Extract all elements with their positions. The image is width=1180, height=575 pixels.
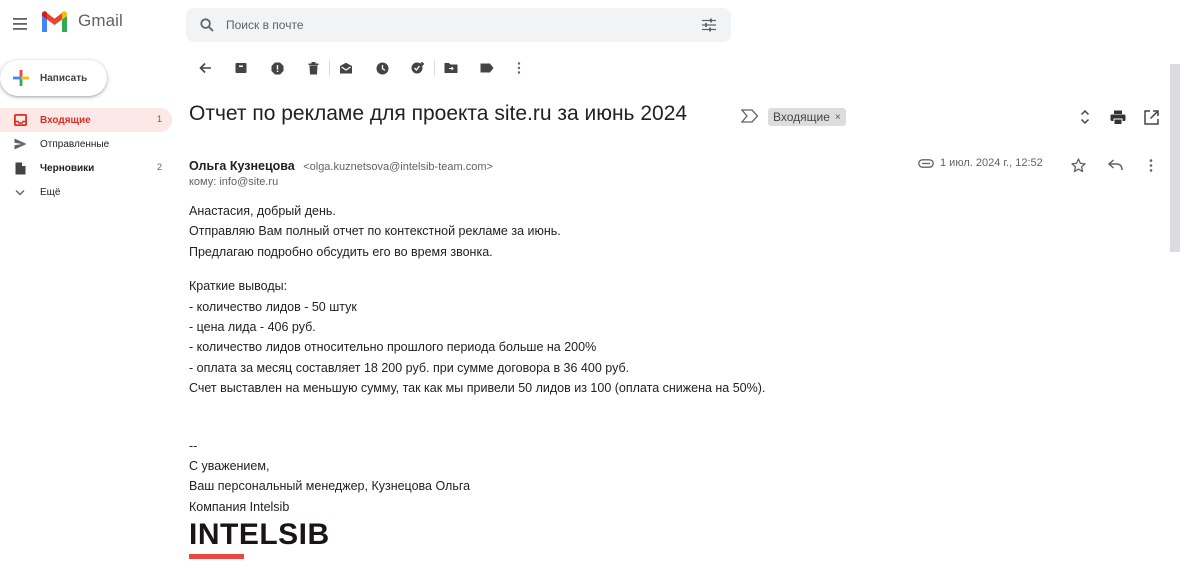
message-date: 1 июл. 2024 г., 12:52 bbox=[940, 157, 1043, 169]
recipient-line[interactable]: кому: info@site.ru bbox=[189, 176, 278, 188]
label-chip-text: Входящие bbox=[773, 110, 830, 124]
signature-manager: Ваш персональный менеджер, Кузнецова Оль… bbox=[189, 479, 471, 494]
mark-unread-icon[interactable] bbox=[338, 60, 354, 76]
open-new-window-icon[interactable] bbox=[1140, 106, 1162, 128]
add-task-icon[interactable] bbox=[410, 60, 426, 76]
summary-item: - цена лида - 406 руб. bbox=[189, 319, 316, 334]
sender-name[interactable]: Ольга Кузнецова bbox=[189, 159, 295, 173]
reply-icon[interactable] bbox=[1105, 155, 1125, 175]
gmail-m-icon bbox=[40, 10, 69, 32]
sidebar-item-label: Отправленные bbox=[40, 138, 110, 150]
archive-icon[interactable] bbox=[233, 60, 249, 76]
company-logo-text: INTELSIB bbox=[189, 518, 330, 552]
expand-collapse-icon[interactable] bbox=[1074, 106, 1096, 128]
back-arrow-icon[interactable] bbox=[197, 60, 213, 76]
signature-dash: -- bbox=[189, 438, 198, 453]
message-subject: Отчет по рекламе для проекта site.ru за … bbox=[189, 102, 688, 125]
more-vert-icon[interactable] bbox=[511, 60, 527, 76]
summary-item: - оплата за месяц составляет 18 200 руб.… bbox=[189, 360, 630, 375]
greeting: Анастасия, добрый день. bbox=[189, 204, 336, 218]
main-menu-icon[interactable] bbox=[12, 17, 28, 31]
body-paragraph: Предлагаю подробно обсудить его во время… bbox=[189, 244, 493, 259]
logo-underline bbox=[189, 554, 244, 560]
message-toolbar bbox=[197, 58, 527, 78]
snooze-icon[interactable] bbox=[374, 60, 390, 76]
send-icon bbox=[12, 138, 28, 150]
important-marker-icon[interactable] bbox=[741, 109, 759, 123]
inbox-icon bbox=[12, 114, 28, 126]
sidebar-item-inbox[interactable]: Входящие 1 bbox=[0, 108, 172, 132]
more-vert-icon[interactable] bbox=[1141, 155, 1161, 175]
toolbar-divider bbox=[329, 60, 330, 76]
sender-line: Ольга Кузнецова <olga.kuznetsova@intelsi… bbox=[189, 157, 493, 175]
sidebar-item-label: Ещё bbox=[40, 186, 61, 198]
message-body: Анастасия, добрый день. Отправляю Вам по… bbox=[189, 201, 1089, 560]
message-meta: 1 июл. 2024 г., 12:52 bbox=[918, 157, 1043, 169]
sidebar-item-drafts[interactable]: Черновики 2 bbox=[0, 156, 172, 180]
signature-regards: С уважением, bbox=[189, 458, 270, 473]
label-icon[interactable] bbox=[479, 60, 495, 76]
draft-count: 2 bbox=[156, 162, 162, 172]
move-to-icon[interactable] bbox=[443, 60, 459, 76]
gmail-logo[interactable]: Gmail bbox=[40, 10, 123, 32]
sidebar-item-more[interactable]: Ещё bbox=[0, 180, 172, 204]
invoice-note: Счет выставлен на меньшую сумму, так как… bbox=[189, 381, 766, 396]
sidebar-item-sent[interactable]: Отправленные bbox=[0, 132, 172, 156]
chevron-down-icon bbox=[12, 189, 28, 196]
unread-count: 1 bbox=[156, 114, 162, 124]
search-bar bbox=[186, 8, 731, 42]
toolbar-divider bbox=[434, 60, 435, 76]
summary-title: Краткие выводы: bbox=[189, 279, 288, 294]
sidebar-item-label: Входящие bbox=[40, 114, 91, 126]
scrollbar-thumb[interactable] bbox=[1170, 64, 1180, 252]
print-icon[interactable] bbox=[1107, 106, 1129, 128]
company-logo: INTELSIB bbox=[189, 518, 349, 560]
summary-item: - количество лидов относительно прошлого… bbox=[189, 340, 597, 355]
sidebar-item-label: Черновики bbox=[40, 162, 95, 174]
body-paragraph: Отправляю Вам полный отчет по контекстно… bbox=[189, 224, 561, 239]
remove-label-icon[interactable]: × bbox=[835, 112, 841, 123]
search-icon[interactable] bbox=[200, 18, 214, 32]
search-input[interactable] bbox=[226, 18, 701, 32]
plus-icon bbox=[12, 69, 30, 87]
summary-item: - количество лидов - 50 штук bbox=[189, 299, 357, 314]
signature-company: Компания Intelsib bbox=[189, 499, 290, 514]
sidebar-nav: Входящие 1 Отправленные Черновики 2 Ещё bbox=[0, 108, 172, 204]
draft-icon bbox=[12, 162, 28, 175]
label-chip-inbox[interactable]: Входящие × bbox=[768, 108, 846, 126]
compose-button[interactable]: Написать bbox=[0, 60, 107, 96]
search-options-icon[interactable] bbox=[701, 18, 717, 32]
attachment-icon bbox=[918, 158, 934, 168]
brand-name: Gmail bbox=[78, 11, 123, 30]
sender-email: <olga.kuznetsova@intelsib-team.com> bbox=[303, 161, 493, 173]
star-icon[interactable] bbox=[1068, 155, 1088, 175]
report-spam-icon[interactable] bbox=[269, 60, 285, 76]
compose-label: Написать bbox=[40, 72, 88, 84]
delete-icon[interactable] bbox=[305, 60, 321, 76]
